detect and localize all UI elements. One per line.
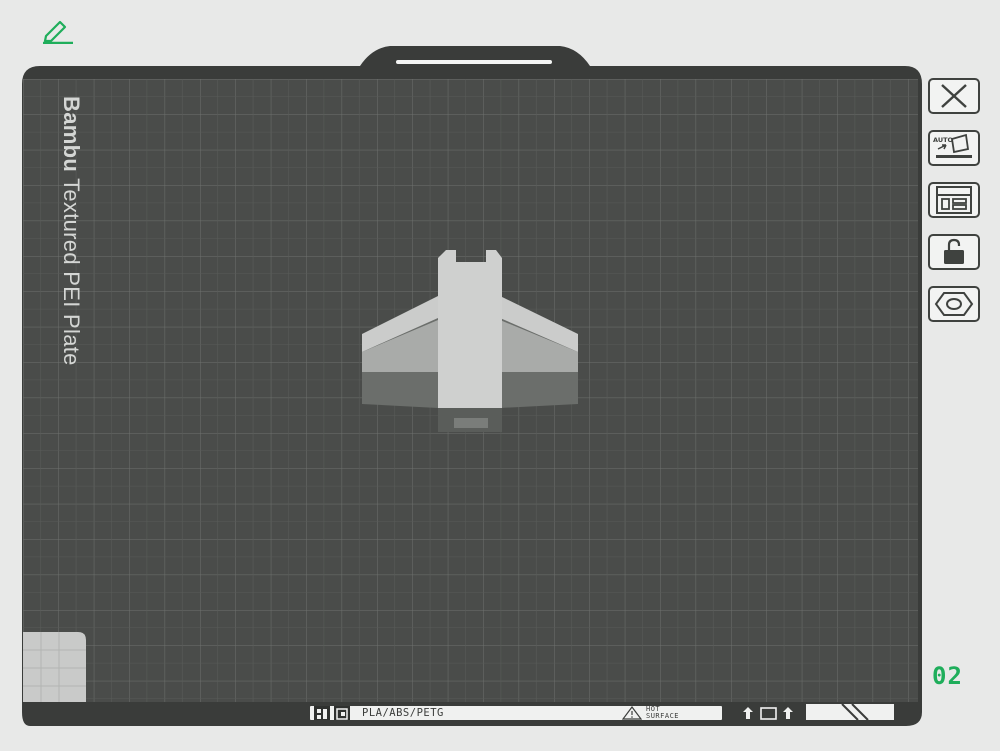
plate-settings-button[interactable] bbox=[928, 286, 980, 322]
plate-corner-pad bbox=[23, 632, 86, 702]
build-plate[interactable] bbox=[0, 0, 1000, 751]
plate-number: 02 bbox=[932, 662, 963, 690]
layout-icon bbox=[936, 186, 972, 214]
hot-surface-warning: HOT SURFACE bbox=[646, 705, 680, 720]
delete-plate-button[interactable] bbox=[928, 78, 980, 114]
plate-handle bbox=[396, 60, 552, 64]
plate-type-label: Bambu Textured PEI Plate bbox=[59, 96, 84, 366]
filament-types: PLA/ABS/PETG bbox=[362, 707, 444, 719]
hex-nut-icon bbox=[934, 292, 974, 316]
lock-plate-button[interactable] bbox=[928, 234, 980, 270]
warning-icon bbox=[622, 706, 642, 720]
auto-orient-icon: AUTO bbox=[933, 133, 972, 158]
plate-direction-icon bbox=[743, 707, 793, 720]
auto-orient-button[interactable]: AUTO bbox=[928, 130, 980, 166]
plate-grid-icon bbox=[314, 706, 330, 720]
close-icon bbox=[941, 84, 967, 108]
plate-info-strip: PLA/ABS/PETG HOT SURFACE bbox=[310, 706, 722, 720]
unlock-icon bbox=[944, 238, 964, 264]
arrange-button[interactable] bbox=[928, 182, 980, 218]
plate-corner-icon bbox=[334, 706, 350, 720]
auto-badge: AUTO bbox=[933, 136, 954, 144]
